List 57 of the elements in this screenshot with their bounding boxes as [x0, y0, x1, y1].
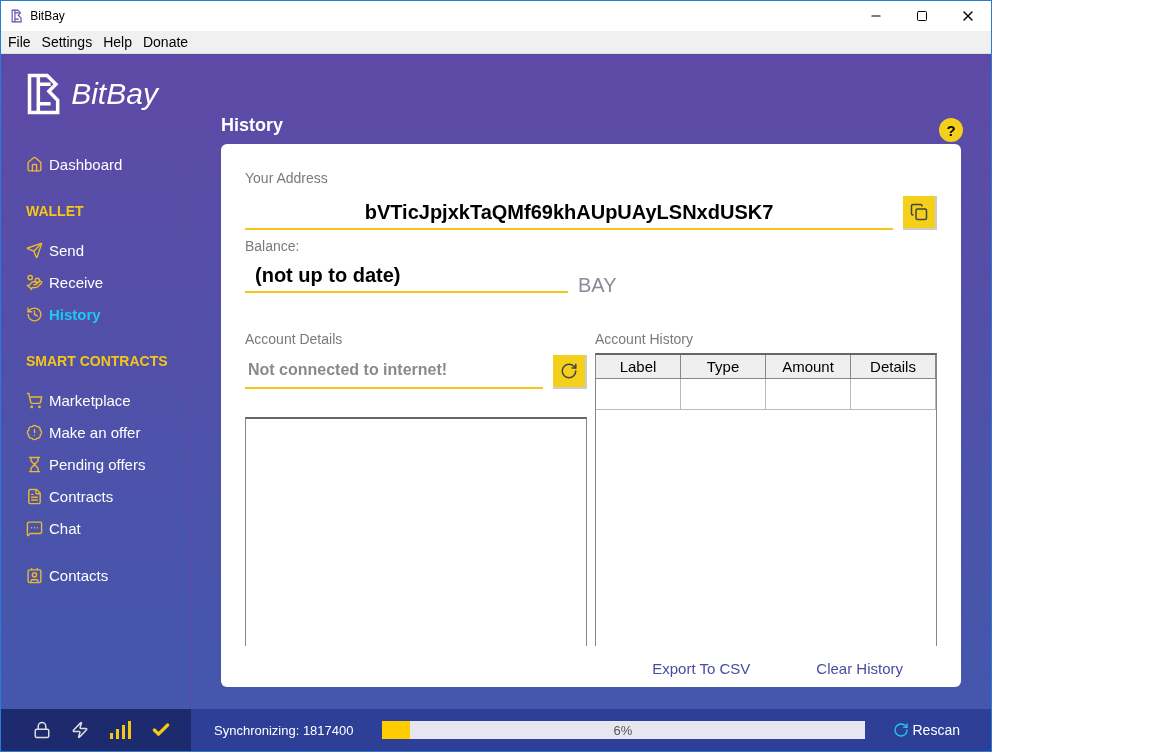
badge-icon: [26, 424, 43, 441]
chat-icon: [26, 520, 43, 537]
logo-icon: [26, 72, 62, 116]
sidebar-item[interactable]: Pending offers: [26, 456, 190, 473]
sidebar-item[interactable]: Dashboard: [26, 156, 190, 173]
contact-card-icon: [26, 567, 43, 584]
refresh-button[interactable]: [553, 355, 587, 389]
history-icon: [26, 306, 43, 323]
action-link[interactable]: Export To CSV: [652, 660, 751, 677]
paper-plane-icon: [26, 242, 43, 259]
progress-reading: 6%: [612, 723, 634, 738]
address-field[interactable]: bVTicJpjxkTaQMf69khAUpUAyLSNxdUSK7: [245, 197, 893, 230]
document-icon: [26, 488, 43, 505]
logo-text: BitBay: [71, 77, 158, 111]
window-title: BitBay: [30, 9, 65, 23]
house-icon: [26, 156, 43, 173]
sidebar-item[interactable]: Contracts: [26, 488, 190, 505]
sidebar-item[interactable]: Contacts: [26, 567, 190, 584]
column-header[interactable]: Details: [851, 355, 936, 379]
sidebar-item[interactable]: Marketplace: [26, 392, 190, 409]
column-header[interactable]: Amount: [766, 355, 851, 379]
sidebar-item[interactable]: Make an offer: [26, 424, 190, 441]
action-link[interactable]: Clear History: [816, 660, 903, 677]
field-label: Your Address: [245, 170, 329, 186]
sync-status: Synchronizing: 1817400: [214, 722, 354, 738]
cart-icon: [26, 392, 43, 409]
lightning-icon[interactable]: [71, 721, 89, 739]
section-heading: WALLET: [26, 203, 85, 219]
rescan-button[interactable]: Rescan: [892, 722, 960, 738]
copy-button[interactable]: [903, 196, 937, 230]
hourglass-icon: [26, 456, 43, 473]
field-label: Account History: [595, 331, 695, 347]
refresh-icon: [560, 362, 578, 380]
refresh-icon: [892, 722, 909, 738]
field-label: Account Details: [245, 331, 344, 347]
column-header[interactable]: Type: [681, 355, 766, 379]
help-button[interactable]: ?: [939, 118, 963, 142]
column-header[interactable]: Label: [596, 355, 681, 379]
field-label: Balance:: [245, 238, 301, 254]
maximize-icon: [916, 10, 928, 22]
signal-icon[interactable]: [109, 721, 131, 739]
sidebar-item[interactable]: Send: [26, 242, 190, 259]
status-field: Not connected to internet!: [245, 353, 543, 389]
menu-item[interactable]: Help: [103, 34, 132, 50]
menu-item[interactable]: Donate: [142, 34, 189, 50]
copy-icon: [910, 203, 928, 221]
hand-icon: [26, 274, 43, 291]
page-title: History: [221, 115, 283, 136]
unit-label: BAY: [578, 274, 617, 297]
balance-field: (not up to date): [245, 260, 568, 293]
section-heading: SMART CONTRACTS: [26, 353, 169, 369]
menu-item[interactable]: File: [8, 34, 31, 50]
menu-item[interactable]: Settings: [41, 34, 93, 50]
sidebar-item[interactable]: Chat: [26, 520, 190, 537]
logo-icon: [11, 9, 23, 23]
sidebar-item[interactable]: Receive: [26, 274, 190, 291]
lock-icon[interactable]: [33, 721, 51, 739]
